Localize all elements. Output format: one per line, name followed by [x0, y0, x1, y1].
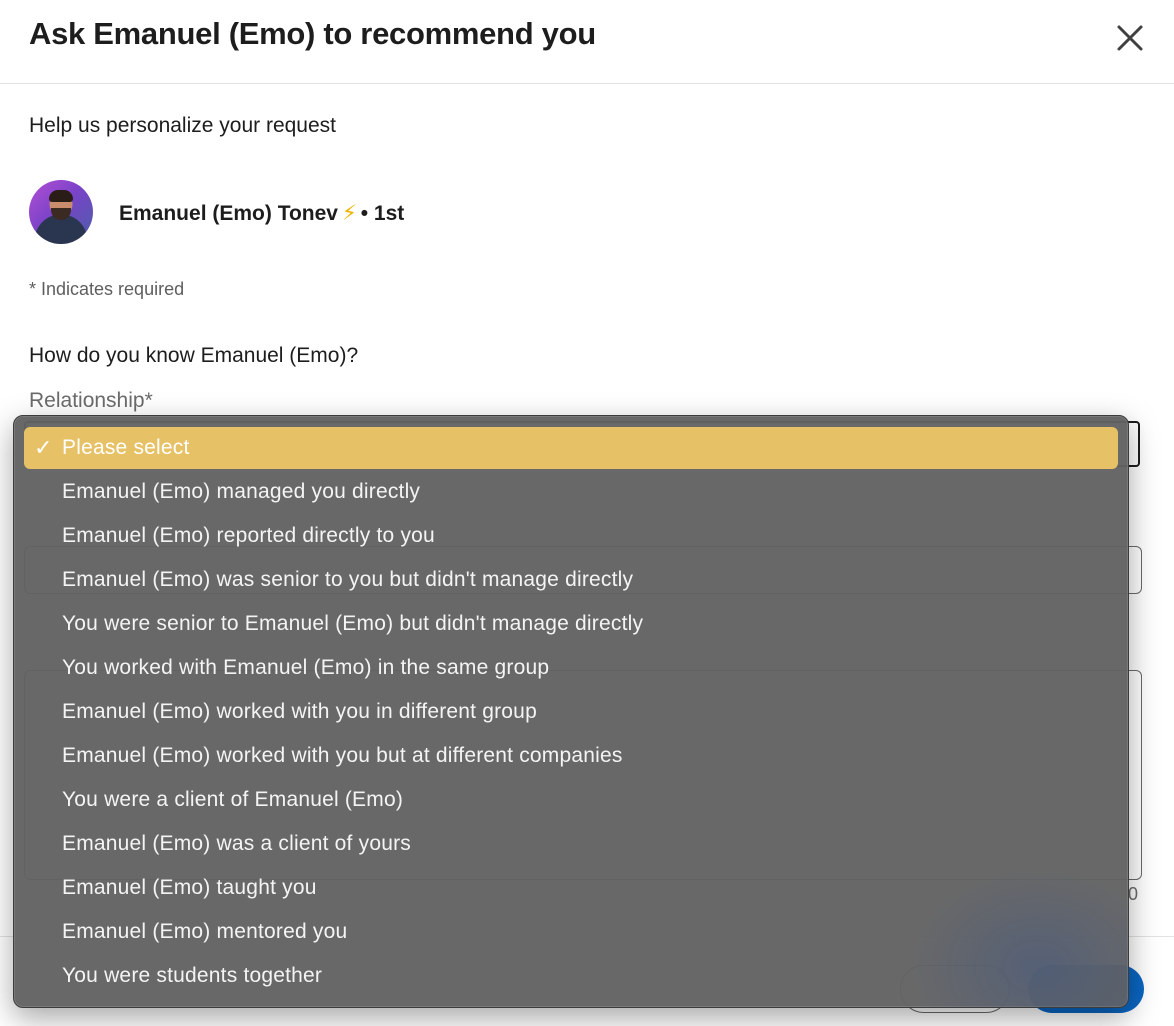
required-note: * Indicates required — [29, 279, 185, 299]
modal-title: Ask Emanuel (Emo) to recommend you — [29, 16, 596, 51]
option-label: Emanuel (Emo) was senior to you but didn… — [62, 568, 634, 591]
option-label: Emanuel (Emo) taught you — [62, 876, 317, 899]
dropdown-option[interactable]: Emanuel (Emo) worked with you but at dif… — [24, 735, 1118, 777]
option-label: You were a client of Emanuel (Emo) — [62, 788, 404, 811]
option-label: Emanuel (Emo) reported directly to you — [62, 524, 435, 547]
dropdown-option[interactable]: ✓ Please select — [24, 427, 1118, 469]
avatar — [29, 180, 93, 244]
dropdown-option[interactable]: Emanuel (Emo) managed you directly — [24, 471, 1118, 513]
lightning-bolt-icon: ⚡ — [341, 202, 357, 225]
option-label: Emanuel (Emo) worked with you but at dif… — [62, 744, 623, 767]
dropdown-option[interactable]: Emanuel (Emo) taught you — [24, 867, 1118, 909]
option-label: Emanuel (Emo) mentored you — [62, 920, 348, 943]
avatar-hair — [49, 190, 73, 202]
option-label: You worked with Emanuel (Emo) in the sam… — [62, 656, 550, 679]
avatar-beard — [51, 208, 71, 220]
close-button[interactable] — [1110, 18, 1150, 58]
person-name-line: Emanuel (Emo) Tonev ⚡ • 1st — [119, 201, 404, 226]
dropdown-option[interactable]: Emanuel (Emo) reported directly to you — [24, 515, 1118, 557]
dropdown-option[interactable]: You worked with Emanuel (Emo) in the sam… — [24, 647, 1118, 689]
recommendation-modal: Ask Emanuel (Emo) to recommend you Help … — [0, 0, 1174, 1026]
dropdown-option[interactable]: You were senior to Emanuel (Emo) but did… — [24, 603, 1118, 645]
dropdown-option[interactable]: Emanuel (Emo) was senior to you but didn… — [24, 559, 1118, 601]
person-name: Emanuel (Emo) Tonev — [119, 202, 338, 225]
dropdown-option[interactable]: Emanuel (Emo) worked with you in differe… — [24, 691, 1118, 733]
dropdown-option[interactable]: You were a client of Emanuel (Emo) — [24, 779, 1118, 821]
dropdown-option[interactable]: Emanuel (Emo) mentored you — [24, 911, 1118, 953]
option-label: You were senior to Emanuel (Emo) but did… — [62, 612, 644, 635]
option-label: You were students together — [62, 964, 323, 987]
checkmark-icon: ✓ — [34, 435, 53, 460]
dropdown-option[interactable]: Emanuel (Emo) was a client of yours — [24, 823, 1118, 865]
character-count: 0 — [1128, 884, 1139, 904]
relationship-question: How do you know Emanuel (Emo)? — [29, 344, 359, 367]
connection-degree: • 1st — [360, 202, 405, 225]
close-icon — [1117, 25, 1143, 51]
dropdown-option[interactable]: You were students together — [24, 955, 1118, 997]
relationship-dropdown-menu: ✓ Please select Emanuel (Emo) managed yo… — [13, 415, 1129, 1008]
option-label: Please select — [62, 436, 190, 459]
relationship-label: Relationship* — [29, 389, 153, 412]
modal-header: Ask Emanuel (Emo) to recommend you — [0, 0, 1174, 84]
option-label: Emanuel (Emo) worked with you in differe… — [62, 700, 537, 723]
modal-subtitle: Help us personalize your request — [29, 114, 337, 137]
option-label: Emanuel (Emo) was a client of yours — [62, 832, 411, 855]
option-label: Emanuel (Emo) managed you directly — [62, 480, 421, 503]
